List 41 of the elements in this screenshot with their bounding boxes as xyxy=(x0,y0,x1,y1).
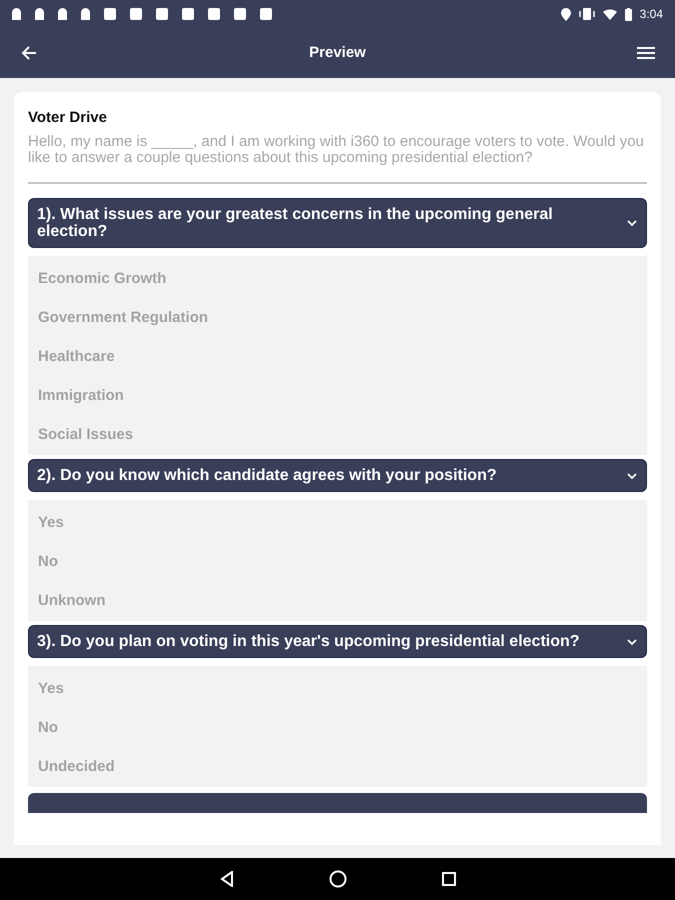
notification-icon xyxy=(104,8,116,20)
chevron-down-icon xyxy=(626,638,638,646)
chevron-down-icon xyxy=(626,219,638,227)
intro-text: Hello, my name is _____, and I am working with i360 to encourage voters to vote. Would you like to answer a couple questions about this upcoming presidential election? xyxy=(28,134,645,166)
question-header[interactable]: 3). Do you plan on voting in this year's upcoming presidential election? xyxy=(28,625,647,658)
answer-option[interactable]: Unknown xyxy=(38,582,106,621)
answer-option[interactable]: No xyxy=(38,543,58,582)
answer-option[interactable]: Undecided xyxy=(38,748,115,787)
notification-icon xyxy=(182,8,194,20)
notification-icon xyxy=(130,8,142,20)
answer-option[interactable]: Yes xyxy=(38,504,64,543)
notification-icon xyxy=(58,8,67,20)
question-header[interactable]: 1). What issues are your greatest concerns in the upcoming general election? xyxy=(28,198,647,248)
notification-icon xyxy=(12,8,21,20)
back-icon[interactable] xyxy=(220,871,234,887)
wifi-icon xyxy=(602,8,617,20)
menu-button[interactable] xyxy=(637,46,655,60)
location-icon xyxy=(560,8,571,20)
screen-title: Preview xyxy=(309,42,366,63)
recents-icon[interactable] xyxy=(442,872,456,886)
answer-option[interactable]: Immigration xyxy=(38,377,124,416)
vibrate-icon xyxy=(578,8,595,20)
notification-icon xyxy=(234,8,246,20)
answer-option[interactable]: Social Issues xyxy=(38,416,134,455)
answer-option[interactable]: Government Regulation xyxy=(38,299,208,338)
form-title: Voter Drive xyxy=(28,108,108,128)
clock-time: 3:04 xyxy=(640,6,663,23)
answer-option[interactable]: Healthcare xyxy=(38,338,115,377)
answer-option[interactable]: No xyxy=(38,709,58,748)
notification-icon xyxy=(81,8,90,20)
battery-icon xyxy=(624,8,632,20)
answer-option[interactable]: Yes xyxy=(38,670,64,709)
question-header[interactable]: 2). Do you know which candidate agrees with your position? xyxy=(28,459,647,492)
notification-icon xyxy=(208,8,220,20)
notification-icon xyxy=(260,8,272,20)
notification-icon xyxy=(156,8,168,20)
chevron-down-icon xyxy=(626,472,638,480)
home-icon[interactable] xyxy=(328,870,346,888)
back-button[interactable] xyxy=(20,44,38,62)
answer-option[interactable]: Economic Growth xyxy=(38,260,166,299)
notification-icon xyxy=(35,8,44,20)
